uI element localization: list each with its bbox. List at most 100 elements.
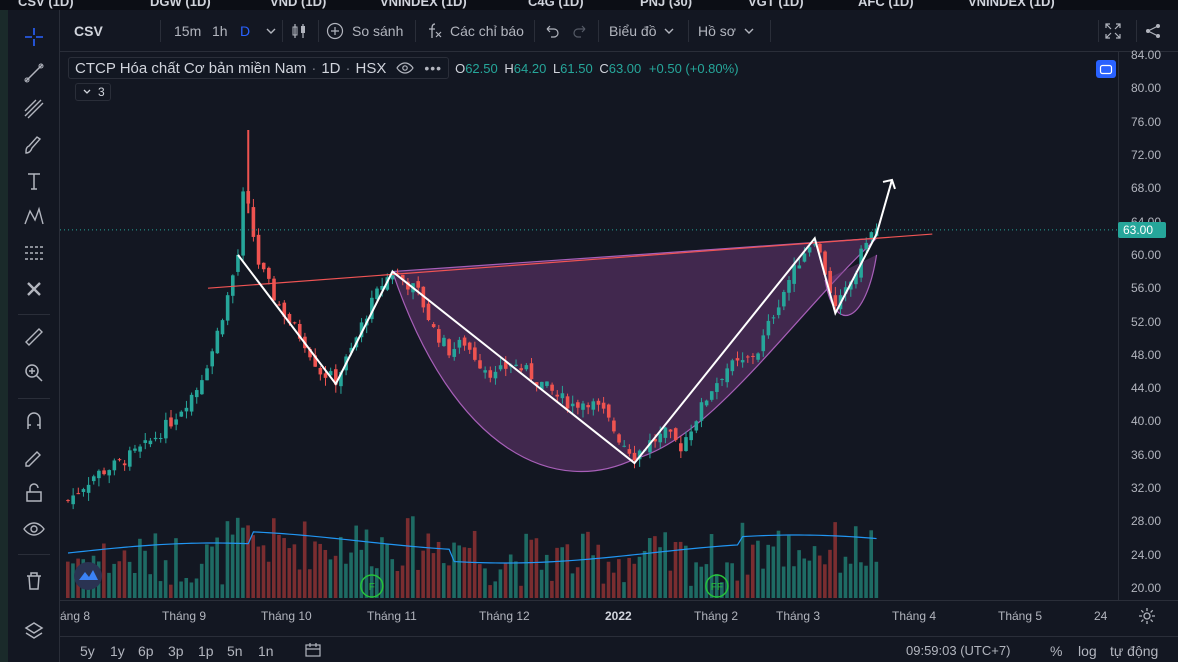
candle-body [184, 407, 189, 412]
chart-legend: CTCP Hóa chất Cơ bản miền Nam · 1D · HSX… [68, 56, 739, 80]
trash-icon[interactable] [19, 566, 49, 596]
range-1p[interactable]: 1p [198, 643, 214, 659]
lock-icon[interactable] [19, 478, 49, 508]
volume-bar [617, 559, 621, 598]
cup-shape [391, 237, 879, 473]
candle-body [699, 402, 704, 421]
open-label: O [455, 60, 466, 76]
settings-icon[interactable] [1138, 607, 1156, 630]
chart-type-dropdown[interactable]: Biểu đồ [609, 10, 678, 52]
candles-icon [292, 24, 305, 38]
chevron-down-icon [83, 89, 91, 94]
undo-button[interactable] [543, 10, 561, 52]
range-5y[interactable]: 5y [80, 643, 95, 659]
volume-bar [405, 518, 410, 598]
magnet-icon[interactable] [19, 406, 49, 436]
volume-bar [112, 563, 116, 598]
chart-pane[interactable]: F FF [60, 52, 1118, 600]
candle-body [576, 402, 580, 408]
legend-title-box[interactable]: CTCP Hóa chất Cơ bản miền Nam · 1D · HSX… [68, 57, 450, 79]
layers-icon[interactable] [19, 616, 49, 646]
range-1n[interactable]: 1n [258, 643, 274, 659]
tab-dgw[interactable]: DGW (1D) [150, 0, 211, 9]
event-marker-label: FF [711, 582, 723, 593]
volume-bar [297, 569, 302, 598]
brush-icon[interactable] [19, 130, 49, 160]
candle-body [478, 360, 482, 369]
open-value: 62.50 [465, 60, 498, 76]
candle-body [200, 380, 204, 395]
interval-dropdown[interactable] [262, 10, 280, 52]
volume-bar [220, 584, 225, 598]
ruler-icon[interactable] [19, 322, 49, 352]
fullscreen-button[interactable] [1104, 10, 1122, 52]
volume-bar [282, 538, 286, 598]
interval-1h[interactable]: 1h [212, 10, 228, 52]
pattern-icon[interactable] [19, 202, 49, 232]
profile-dropdown[interactable]: Hồ sơ [698, 10, 758, 52]
redo-button[interactable] [571, 10, 589, 52]
zoom-icon[interactable] [19, 358, 49, 388]
tab-vgt[interactable]: VGT (1D) [748, 0, 804, 9]
symbol-search[interactable]: CSV [74, 10, 103, 52]
interval-d[interactable]: D [240, 10, 250, 52]
range-5n[interactable]: 5n [227, 643, 243, 659]
candle-body [81, 489, 86, 493]
interval-15m[interactable]: 15m [174, 10, 201, 52]
candle-body [776, 307, 781, 316]
candle-body [189, 394, 194, 412]
prediction-icon[interactable] [19, 238, 49, 268]
high-label: H [504, 60, 514, 76]
candle-body [720, 378, 724, 380]
range-1y[interactable]: 1y [110, 643, 125, 659]
price-chart[interactable]: F FF [60, 52, 1118, 600]
compare-button[interactable]: So sánh [326, 10, 403, 52]
trend-line-icon[interactable] [19, 58, 49, 88]
fib-tool-icon[interactable] [19, 94, 49, 124]
price-tick: 40.00 [1131, 414, 1162, 429]
price-tick: 60.00 [1131, 247, 1162, 262]
tab-vnindex[interactable]: VNINDEX (1D) [380, 0, 467, 9]
price-tick: 48.00 [1131, 347, 1162, 362]
volume-bar [565, 544, 570, 598]
tab-vnindex-2[interactable]: VNINDEX (1D) [968, 0, 1055, 9]
candle-body [746, 356, 750, 358]
text-icon[interactable] [19, 166, 49, 196]
crosshair-icon[interactable] [19, 22, 49, 52]
volume-bar [550, 580, 554, 598]
eye-icon[interactable] [19, 514, 49, 544]
chart-style-button[interactable] [290, 10, 308, 52]
volume-bar [431, 553, 436, 598]
share-icon [1146, 24, 1160, 38]
volume-bar [740, 522, 745, 598]
clock[interactable]: 09:59:03 (UTC+7) [906, 643, 1010, 658]
range-6p[interactable]: 6p [138, 643, 154, 659]
go-to-date-icon[interactable] [304, 642, 322, 662]
tab-pnj[interactable]: PNJ (30) [640, 0, 692, 9]
indicators-button[interactable]: Các chỉ báo [426, 10, 524, 52]
tab-csv[interactable]: CSV (1D) [18, 0, 74, 9]
volume-bar [864, 565, 868, 598]
price-axis[interactable]: 84.0080.0076.0072.0068.0064.0060.0056.00… [1118, 48, 1178, 600]
candle-body [519, 368, 523, 371]
percent-toggle[interactable]: % [1050, 643, 1062, 659]
lock-pencil-icon[interactable] [19, 442, 49, 472]
range-3p[interactable]: 3p [168, 643, 184, 659]
time-axis[interactable]: áng 8 Tháng 9 Tháng 10 Tháng 11 Tháng 12… [60, 600, 1178, 630]
candle-body [498, 365, 503, 370]
tab-c4g[interactable]: C4G (1D) [528, 0, 584, 9]
indicator-toggle[interactable]: 3 [75, 83, 111, 101]
tab-afc[interactable]: AFC (1D) [858, 0, 914, 9]
auto-toggle[interactable]: tự động [1110, 643, 1158, 659]
log-toggle[interactable]: log [1078, 643, 1097, 659]
eye-icon[interactable] [396, 59, 415, 77]
remove-drawings-icon[interactable] [19, 274, 49, 304]
snapshot-button[interactable] [1096, 60, 1116, 78]
more-icon[interactable]: ••• [424, 60, 442, 76]
candle-body [694, 421, 699, 431]
share-button[interactable] [1144, 10, 1162, 52]
volume-bar [272, 518, 276, 598]
tab-vnd[interactable]: VND (1D) [270, 0, 326, 9]
fullscreen-icon [1105, 23, 1121, 39]
candle-body [169, 417, 173, 427]
